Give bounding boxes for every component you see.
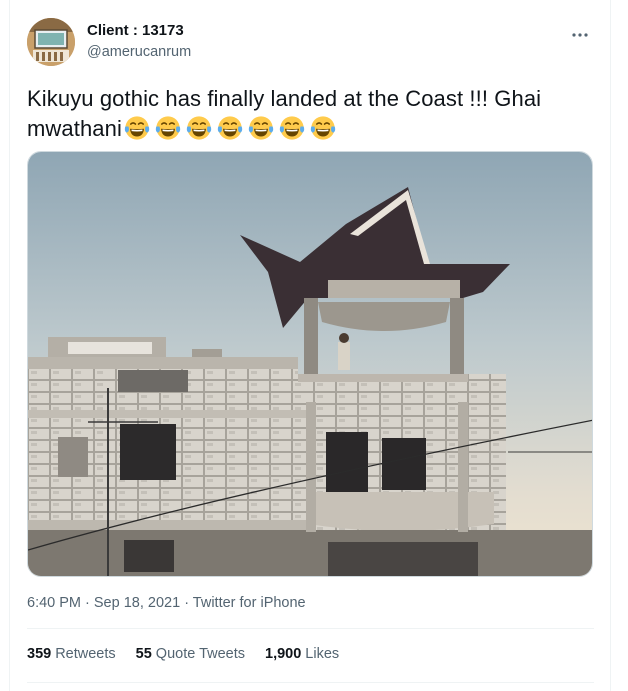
more-icon: [572, 33, 588, 37]
tweet-stats: 359 Retweets 55 Quote Tweets 1,900 Likes: [27, 644, 339, 664]
tears-of-joy-emoji-icon: [217, 116, 243, 140]
tweet-source[interactable]: Twitter for iPhone: [193, 595, 306, 611]
tears-of-joy-emoji-icon: [248, 116, 274, 140]
divider-bottom: [27, 682, 594, 683]
meta-separator: ·: [81, 595, 94, 611]
tears-of-joy-emoji-icon: [279, 116, 305, 140]
likes-count: 1,900: [265, 646, 302, 662]
tweet-meta: 6:40 PM · Sep 18, 2021 · Twitter for iPh…: [27, 593, 306, 613]
tears-of-joy-emoji-icon: [155, 116, 181, 140]
likes-label: Likes: [305, 646, 340, 662]
tears-of-joy-emoji-icon: [186, 116, 212, 140]
tears-of-joy-emoji-icon: [310, 116, 336, 140]
more-options-button[interactable]: [568, 23, 592, 47]
quote-tweets-count: 55: [135, 646, 152, 662]
avatar[interactable]: [27, 18, 75, 66]
tweet-header: Client : 13173 @amerucanrum: [27, 14, 594, 70]
meta-separator-2: ·: [180, 595, 193, 611]
author-display-name[interactable]: Client : 13173: [87, 21, 191, 41]
quote-tweets-label: Quote Tweets: [155, 646, 245, 662]
tweet-date[interactable]: Sep 18, 2021: [94, 595, 180, 611]
tweet-card: Client : 13173 @amerucanrum Kikuyu gothi…: [9, 0, 611, 691]
tweet-photo[interactable]: [27, 151, 593, 577]
retweets-count: 359: [27, 646, 52, 662]
author-handle[interactable]: @amerucanrum: [87, 42, 191, 62]
divider-top: [27, 628, 594, 629]
quote-tweets-stat[interactable]: 55 Quote Tweets: [136, 644, 245, 664]
tears-of-joy-emoji-icon: [124, 116, 150, 140]
retweets-label: Retweets: [55, 646, 116, 662]
author-names: Client : 13173 @amerucanrum: [87, 21, 191, 62]
tweet-text: Kikuyu gothic has finally landed at the …: [27, 84, 593, 144]
avatar-image: [27, 18, 75, 66]
retweets-stat[interactable]: 359 Retweets: [27, 644, 116, 664]
building-photo: [28, 152, 592, 576]
emoji-row: [123, 114, 337, 142]
likes-stat[interactable]: 1,900 Likes: [265, 644, 339, 664]
tweet-time[interactable]: 6:40 PM: [27, 595, 81, 611]
